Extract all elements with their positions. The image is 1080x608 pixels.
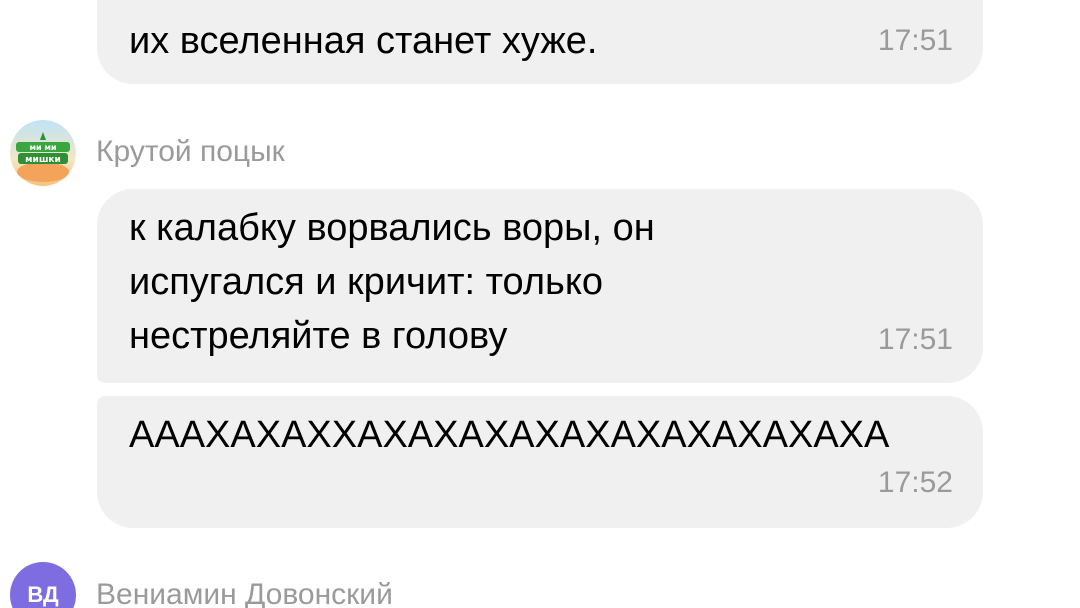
cartoon-logo-icon: ми ми мишки (10, 120, 76, 186)
avatar[interactable]: ВД (10, 562, 76, 608)
svg-text:ми ми: ми ми (29, 143, 56, 152)
avatar-initials: ВД (27, 582, 59, 607)
message-text: их вселенная станет хуже. (129, 20, 598, 62)
avatar[interactable]: ми ми мишки (10, 120, 76, 186)
message-time: 17:51 (877, 323, 953, 356)
message-text: к калабку ворвались воры, он испугался и… (129, 207, 655, 357)
message-bubble[interactable]: к калабку ворвались воры, он испугался и… (97, 189, 983, 383)
message-time: 17:51 (877, 24, 953, 57)
sender-name[interactable]: Крутой поцык (96, 135, 285, 169)
message-time: 17:52 (877, 466, 953, 499)
message-text: АААХАХАХХАХАХАХАХАХАХАХАХАХАХА (129, 414, 890, 456)
chat-thread: их вселенная станет хуже. 17:51 ми ми ми… (0, 0, 1080, 608)
svg-text:мишки: мишки (25, 155, 61, 165)
message-bubble[interactable]: АААХАХАХХАХАХАХАХАХАХАХАХАХАХА 17:52 (97, 396, 983, 528)
sender-name[interactable]: Вениамин Довонский (96, 578, 393, 608)
message-bubble[interactable]: их вселенная станет хуже. 17:51 (97, 0, 983, 84)
